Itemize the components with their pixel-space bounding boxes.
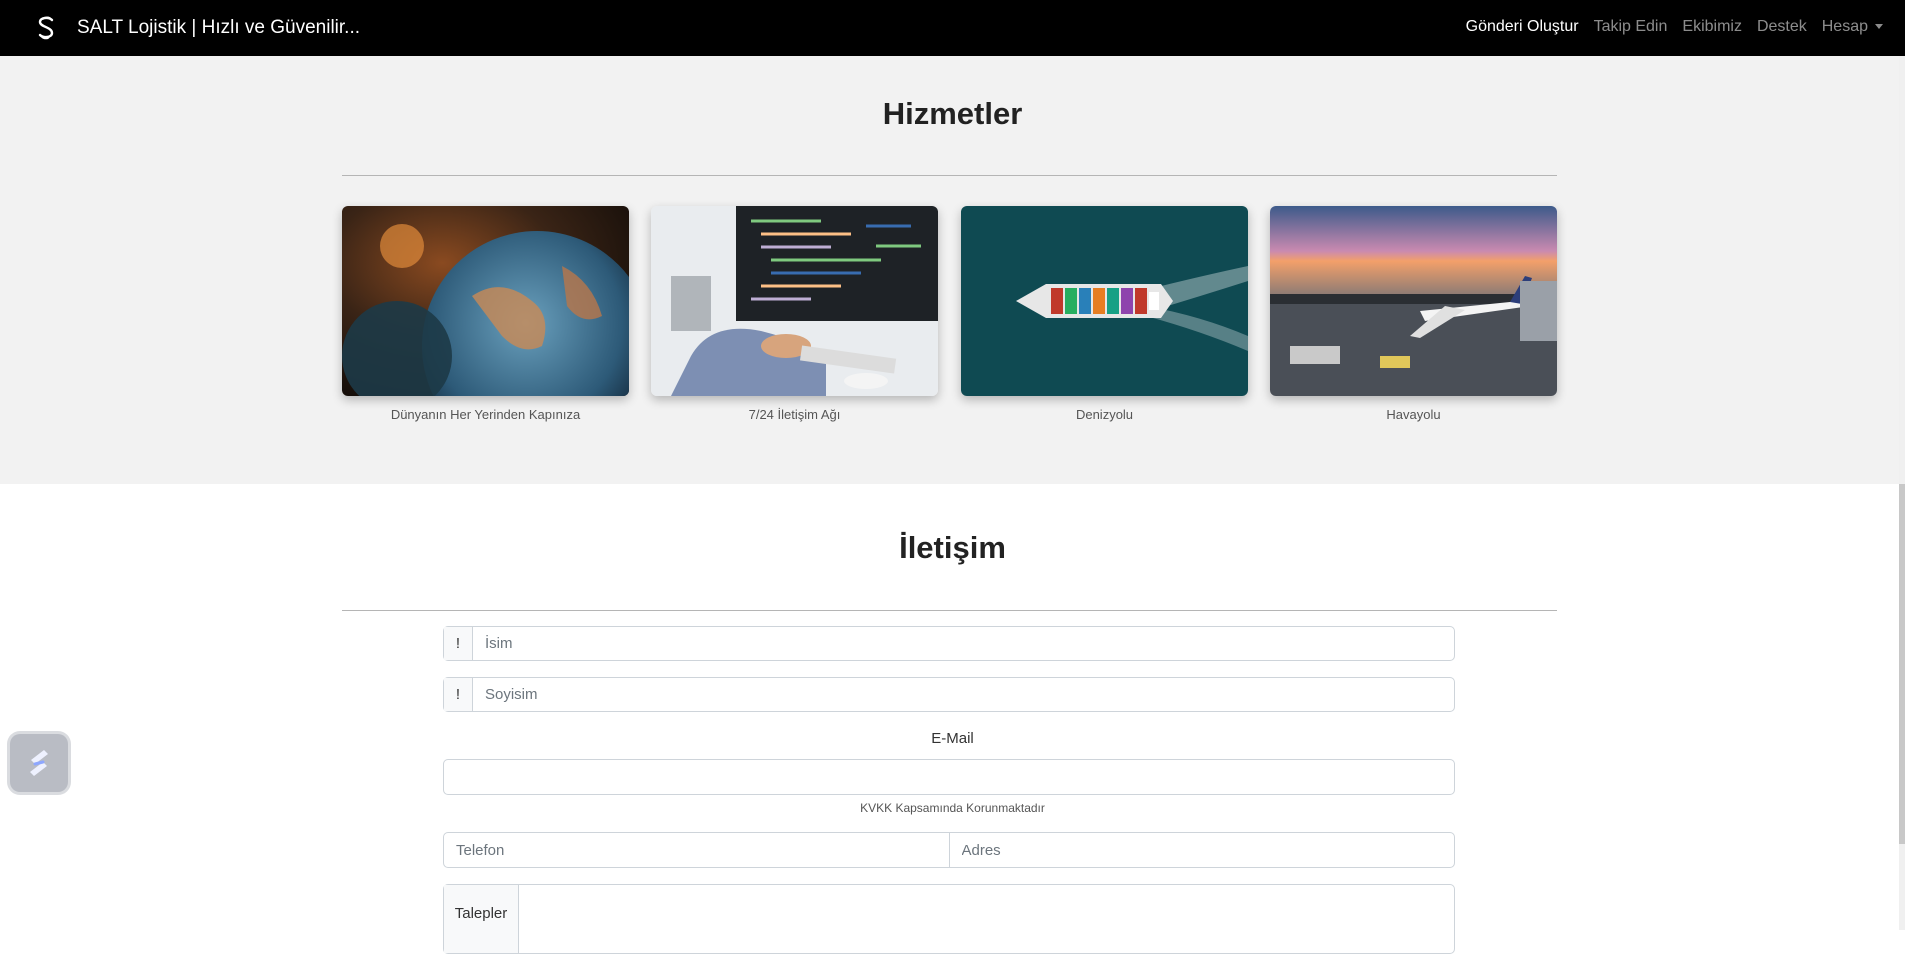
top-navbar: SALT Lojistik | Hızlı ve Güvenilir... Gö… xyxy=(0,0,1905,56)
service-card-caption: Dünyanın Her Yerinden Kapınıza xyxy=(390,407,581,422)
app-shortcut-icon xyxy=(30,750,48,776)
salt-logo-icon[interactable] xyxy=(31,13,61,43)
nav-link-create-shipment[interactable]: Gönderi Oluştur xyxy=(1466,18,1579,36)
nav-links: Gönderi Oluştur Takip Edin Ekibimiz Dest… xyxy=(1466,18,1883,36)
page-scrollbar-thumb[interactable] xyxy=(1899,484,1905,844)
nav-link-team[interactable]: Ekibimiz xyxy=(1682,18,1742,36)
contact-section: İletişim ! ! E-Mail KVKK Kapsamında Koru… xyxy=(0,484,1905,954)
requests-group: Talepler xyxy=(443,884,1455,954)
app-shortcut-button[interactable] xyxy=(10,734,68,792)
computer-code-photo xyxy=(651,206,938,396)
nav-link-track[interactable]: Takip Edin xyxy=(1594,18,1668,36)
service-card-global[interactable]: Dünyanın Her Yerinden Kapınıza xyxy=(342,206,629,422)
email-help-text: KVKK Kapsamında Korunmaktadır xyxy=(860,801,1045,815)
nav-dropdown-account[interactable]: Hesap xyxy=(1822,18,1883,36)
service-card-caption: Denizyolu xyxy=(1075,407,1134,422)
caret-down-icon xyxy=(1875,24,1883,30)
contact-divider xyxy=(342,610,1557,611)
required-prefix: ! xyxy=(444,627,473,660)
phone-input[interactable] xyxy=(444,833,949,867)
globe-photo xyxy=(342,206,629,396)
name-input-group: ! xyxy=(443,626,1455,661)
email-input[interactable] xyxy=(443,759,1455,795)
nav-link-support[interactable]: Destek xyxy=(1757,18,1807,36)
brand-title[interactable]: SALT Lojistik | Hızlı ve Güvenilir... xyxy=(77,17,360,39)
nav-dropdown-account-label: Hesap xyxy=(1821,18,1868,35)
contact-title: İletişim xyxy=(899,530,1006,565)
requests-textarea[interactable] xyxy=(519,885,1454,953)
cargo-ship-photo xyxy=(961,206,1248,396)
service-card-sea[interactable]: Denizyolu xyxy=(961,206,1248,422)
service-card-air[interactable]: Havayolu xyxy=(1270,206,1557,422)
services-divider xyxy=(342,175,1557,176)
surname-input[interactable] xyxy=(473,678,1454,711)
phone-address-group xyxy=(443,832,1455,868)
service-card-caption: 7/24 İletişim Ağı xyxy=(748,407,841,422)
address-input[interactable] xyxy=(949,833,1454,867)
email-label: E-Mail xyxy=(931,730,974,747)
name-input[interactable] xyxy=(473,627,1454,660)
services-section: Hizmetler Dünyanın Her Yerinden Kapınıza… xyxy=(0,56,1905,484)
airplane-photo xyxy=(1270,206,1557,396)
service-card-caption: Havayolu xyxy=(1386,407,1441,422)
surname-input-group: ! xyxy=(443,677,1455,712)
services-title: Hizmetler xyxy=(882,96,1023,131)
requests-label: Talepler xyxy=(444,885,519,953)
service-card-communication[interactable]: 7/24 İletişim Ağı xyxy=(651,206,938,422)
required-prefix: ! xyxy=(444,678,473,711)
